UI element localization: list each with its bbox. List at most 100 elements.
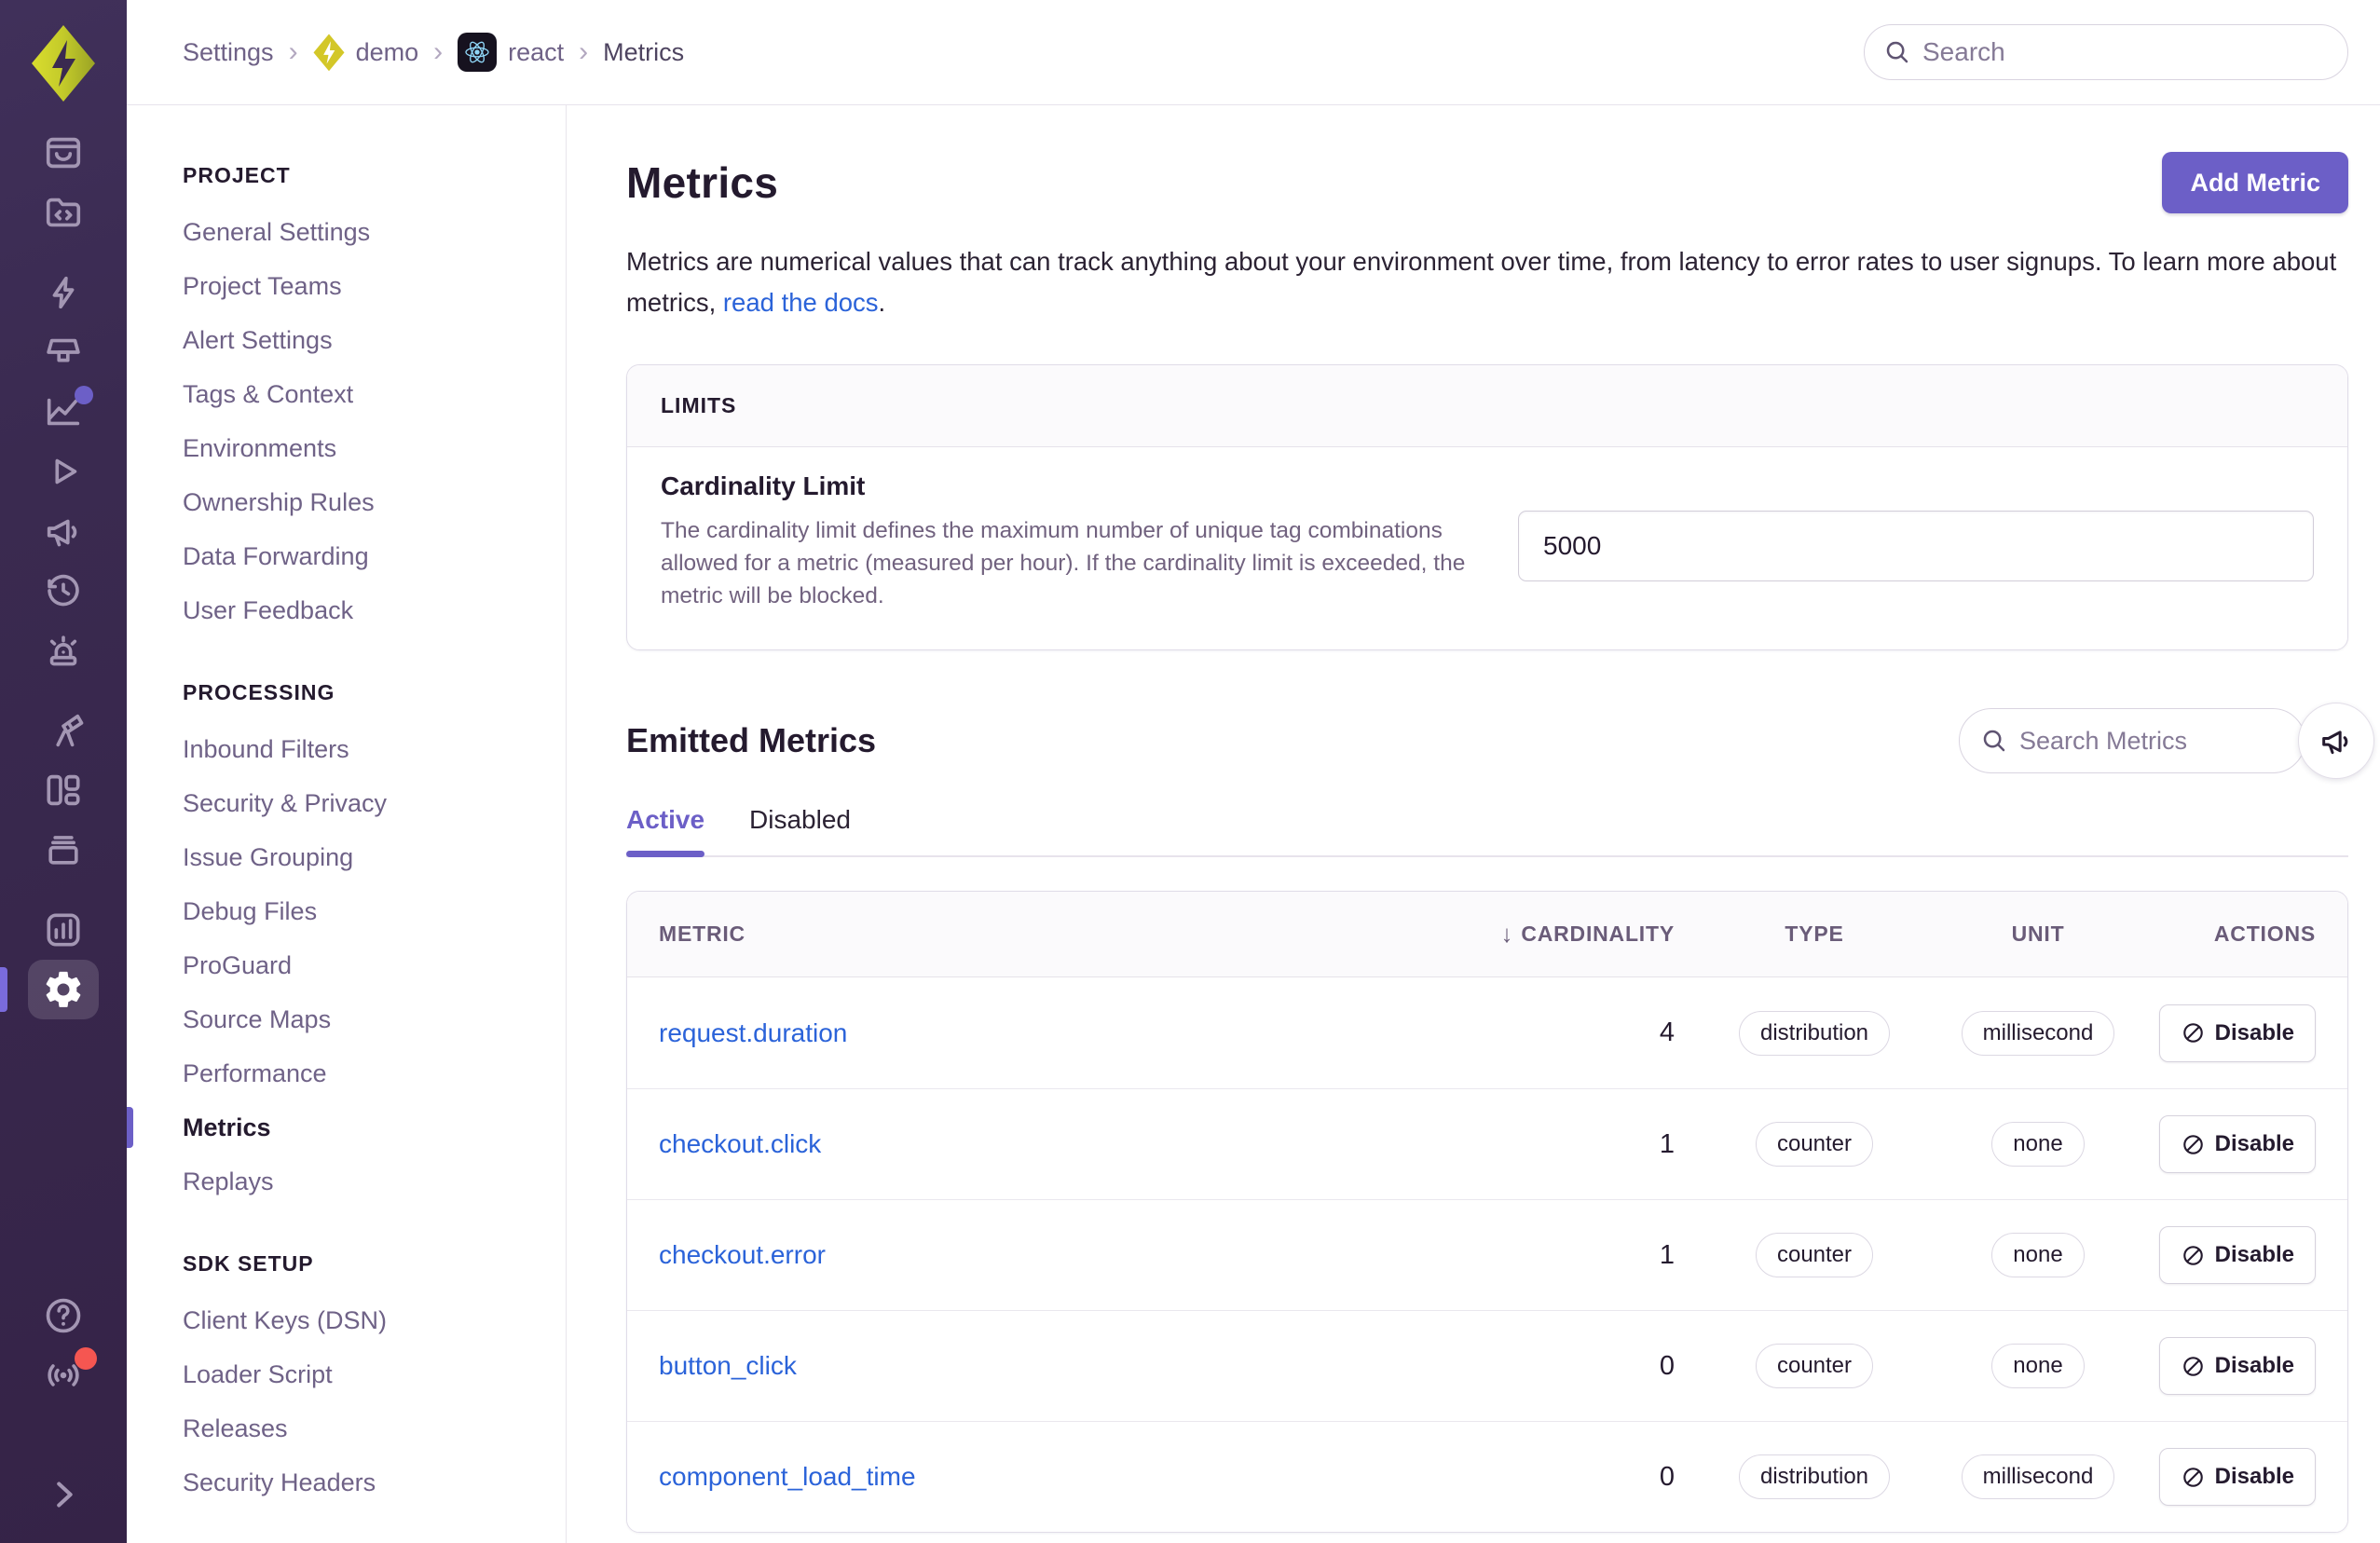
main-content: Metrics Add Metric Metrics are numerical… [567, 105, 2380, 1543]
sidebar-item-alert-settings[interactable]: Alert Settings [183, 313, 566, 367]
limits-panel-header: LIMITS [627, 365, 2347, 447]
play-icon[interactable] [28, 442, 99, 501]
disable-button[interactable]: Disable [2158, 1226, 2316, 1284]
section-title: PROJECT [183, 163, 291, 187]
clock-history-icon[interactable] [28, 561, 99, 621]
sidebar-item-security-headers[interactable]: Security Headers [183, 1455, 566, 1509]
gear-icon[interactable] [0, 960, 99, 1019]
sidebar-item-ownership-rules[interactable]: Ownership Rules [183, 475, 566, 529]
circle-slash-icon [2182, 1467, 2203, 1487]
breadcrumb-separator: › [433, 36, 444, 67]
breadcrumb: Settings › demo › react › Metrics [183, 33, 684, 72]
metric-name-link[interactable]: component_load_time [659, 1462, 1498, 1492]
metrics-search-input[interactable] [2019, 726, 2284, 756]
page-description: Metrics are numerical values that can tr… [626, 241, 2348, 323]
sidebar-item-releases[interactable]: Releases [183, 1401, 566, 1455]
type-badge: counter [1755, 1344, 1874, 1388]
table-row: checkout.click 1 counter none Disable [627, 1088, 2347, 1199]
search-icon [1983, 730, 2005, 752]
rail-nav [0, 102, 127, 1019]
issues-inbox-icon[interactable] [28, 123, 99, 183]
sidebar-item-data-forwarding[interactable]: Data Forwarding [183, 529, 566, 583]
react-icon [458, 33, 498, 72]
table-row: component_load_time 0 distribution milli… [627, 1421, 2347, 1532]
metric-name-link[interactable]: checkout.click [659, 1129, 1498, 1159]
metrics-search[interactable] [1959, 708, 2305, 773]
tab-active[interactable]: Active [626, 805, 705, 857]
disable-label: Disable [2214, 1353, 2294, 1378]
feedback-fab-button[interactable] [2298, 703, 2374, 779]
table-row: request.duration 4 distribution millisec… [627, 977, 2347, 1088]
type-badge: counter [1755, 1233, 1874, 1277]
chevron-right-icon[interactable] [28, 1465, 99, 1524]
emitted-metrics-title: Emitted Metrics [626, 721, 877, 759]
layout-grid-icon[interactable] [28, 760, 99, 820]
add-metric-button[interactable]: Add Metric [2162, 152, 2348, 213]
sidebar-item-general-settings[interactable]: General Settings [183, 205, 566, 259]
breadcrumb-separator: › [288, 36, 298, 67]
breadcrumb-project[interactable]: react [458, 33, 564, 72]
disable-label: Disable [2214, 1242, 2294, 1267]
topbar: Settings › demo › react › Metrics [127, 0, 2380, 105]
sidebar-item-project-teams[interactable]: Project Teams [183, 259, 566, 313]
tab-disabled[interactable]: Disabled [749, 805, 851, 835]
metric-name-link[interactable]: button_click [659, 1351, 1498, 1381]
description-period: . [878, 288, 886, 317]
bar-chart-tile-icon[interactable] [28, 900, 99, 960]
col-cardinality[interactable]: ↓ CARDINALITY [1501, 920, 1676, 949]
unit-badge: none [1991, 1122, 2085, 1167]
sidebar-item-source-maps[interactable]: Source Maps [183, 992, 566, 1046]
telescope-icon[interactable] [28, 701, 99, 760]
global-search-input[interactable] [1922, 37, 2329, 67]
cardinality-limit-input[interactable] [1518, 511, 2314, 581]
help-icon[interactable] [28, 1286, 99, 1345]
cardinality-value: 0 [1659, 1350, 1675, 1381]
col-actions: ACTIONS [2213, 922, 2316, 946]
sidebar-item-environments[interactable]: Environments [183, 421, 566, 475]
global-search[interactable] [1864, 24, 2348, 80]
sidebar-item-security-privacy[interactable]: Security & Privacy [183, 776, 566, 830]
sidebar-section-processing: PROCESSING Inbound Filters Security & Pr… [127, 680, 566, 1208]
breadcrumb-settings[interactable]: Settings [183, 38, 274, 67]
sidebar-item-issue-grouping[interactable]: Issue Grouping [183, 830, 566, 884]
sidebar-item-inbound-filters[interactable]: Inbound Filters [183, 722, 566, 776]
col-unit: UNIT [2011, 922, 2065, 946]
sidebar-item-client-keys[interactable]: Client Keys (DSN) [183, 1293, 566, 1347]
line-chart-icon[interactable] [28, 382, 99, 442]
section-title: SDK SETUP [183, 1251, 314, 1276]
sentry-org-logo[interactable] [31, 24, 96, 102]
broadcast-icon[interactable] [28, 1345, 99, 1405]
megaphone-icon [2322, 731, 2348, 755]
read-the-docs-link[interactable]: read the docs [723, 288, 879, 317]
archive-icon[interactable] [28, 820, 99, 880]
siren-icon[interactable] [28, 621, 99, 680]
sidebar-item-proguard[interactable]: ProGuard [183, 938, 566, 992]
sidebar-item-loader-script[interactable]: Loader Script [183, 1347, 566, 1401]
disable-button[interactable]: Disable [2158, 1337, 2316, 1395]
lightning-icon[interactable] [28, 263, 99, 322]
table-header-row: METRIC ↓ CARDINALITY TYPE UNIT ACTIONS [627, 892, 2347, 977]
breadcrumb-org[interactable]: demo [313, 34, 418, 72]
breadcrumb-project-label: react [508, 37, 565, 66]
code-folder-icon[interactable] [28, 183, 99, 242]
sidebar-item-user-feedback[interactable]: User Feedback [183, 583, 566, 637]
org-diamond-icon [313, 34, 345, 72]
disable-button[interactable]: Disable [2158, 1004, 2316, 1062]
projector-icon[interactable] [28, 322, 99, 382]
sidebar-item-performance[interactable]: Performance [183, 1046, 566, 1100]
col-metric: METRIC [659, 922, 745, 946]
disable-button[interactable]: Disable [2158, 1448, 2316, 1506]
section-title: PROCESSING [183, 680, 335, 704]
sidebar-item-tags-context[interactable]: Tags & Context [183, 367, 566, 421]
search-icon [1886, 41, 1908, 63]
sidebar-item-metrics[interactable]: Metrics [127, 1100, 566, 1154]
sidebar-item-label: Metrics [183, 1113, 271, 1141]
disable-button[interactable]: Disable [2158, 1115, 2316, 1173]
limits-panel: LIMITS Cardinality Limit The cardinality… [626, 364, 2348, 650]
icon-rail [0, 0, 127, 1543]
megaphone-icon[interactable] [28, 501, 99, 561]
sidebar-item-replays[interactable]: Replays [183, 1154, 566, 1208]
metric-name-link[interactable]: request.duration [659, 1018, 1498, 1048]
sidebar-item-debug-files[interactable]: Debug Files [183, 884, 566, 938]
metric-name-link[interactable]: checkout.error [659, 1240, 1498, 1270]
